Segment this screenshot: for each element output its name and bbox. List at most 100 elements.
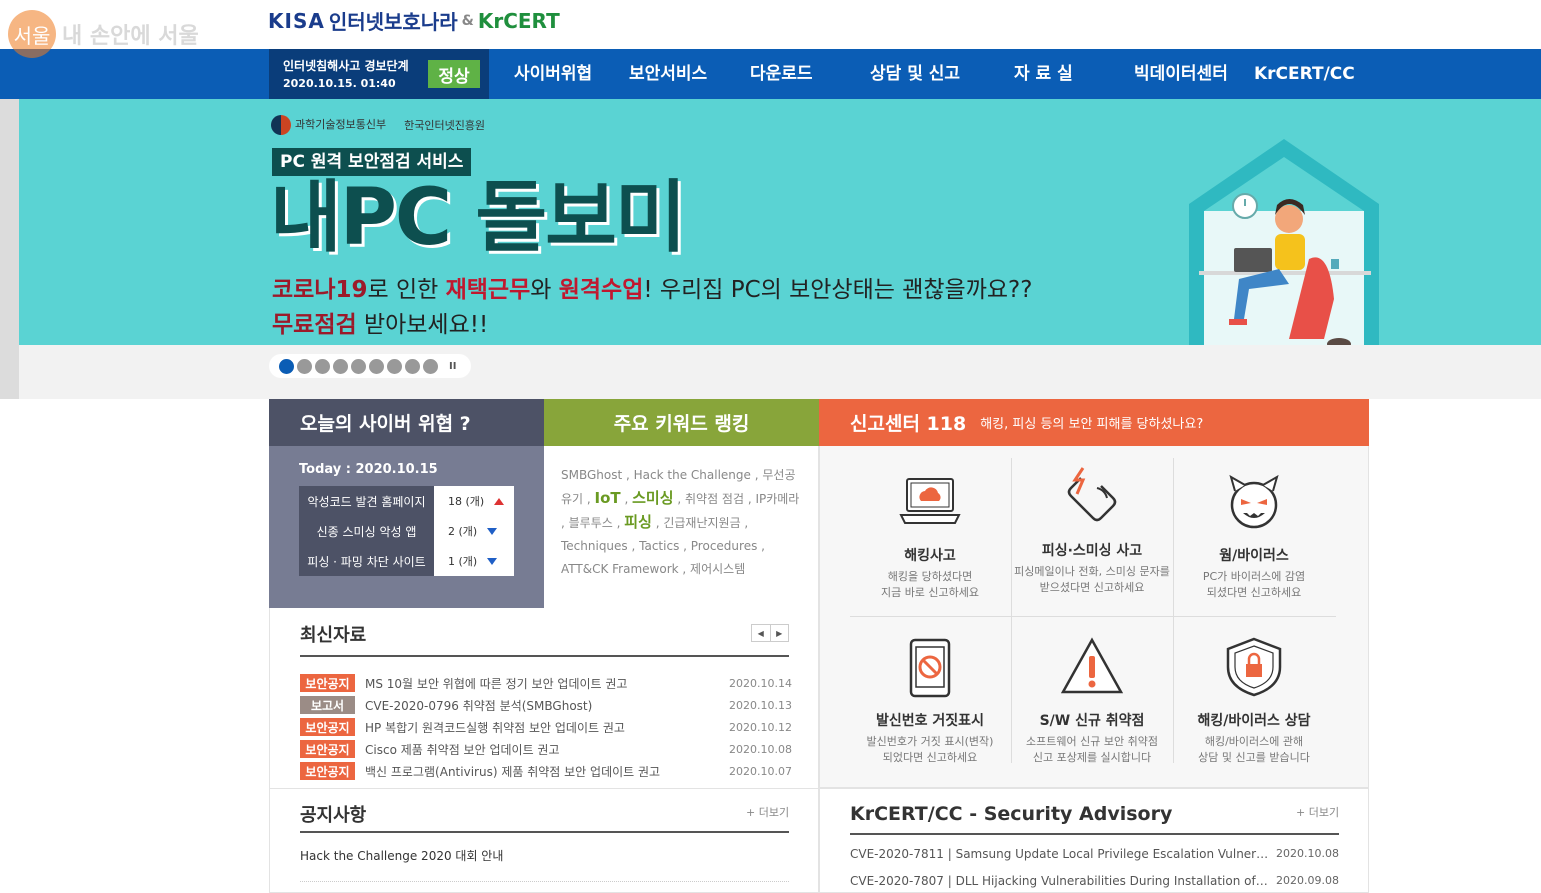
threat-row[interactable]: 신종 스미싱 악성 앱 2 (개)	[299, 516, 514, 546]
threat-row[interactable]: 악성코드 발견 홈페이지 18 (개)	[299, 486, 514, 516]
keyword-sep: ,	[673, 492, 685, 506]
item-tag: 보안공지	[300, 762, 355, 780]
list-item[interactable]: 보안공지 Cisco 제품 취약점 보안 업데이트 권고 2020.10.08	[300, 739, 792, 759]
keyword-link[interactable]: 긴급재난지원금	[663, 516, 740, 530]
banner-title: 내PC 돌보미	[270, 173, 687, 263]
pager-dot[interactable]	[423, 358, 438, 374]
next-button[interactable]: ▶	[769, 625, 789, 641]
list-item[interactable]: 보고서 CVE-2020-0796 취약점 분석(SMBGhost) 2020.10…	[300, 695, 792, 715]
keyword-link[interactable]: 취약점 점검	[685, 492, 744, 506]
keyword-link[interactable]: ATT&CK Framework	[561, 562, 679, 576]
pager-dot[interactable]	[405, 358, 420, 374]
keyword-link[interactable]: Techniques	[561, 539, 628, 553]
report-sw-vuln[interactable]: S/W 신규 취약점 소프트웨어 신규 보안 취약점신고 포상제를 실시합니다	[1011, 636, 1173, 766]
nav-item-krcert[interactable]: KrCERT/CC	[1254, 49, 1355, 99]
keyword-link-highlight[interactable]: 피싱	[624, 513, 652, 531]
item-date: 2020.10.07	[729, 764, 792, 778]
advisory-more-link[interactable]: + 더보기	[1296, 804, 1339, 820]
item-tag: 보고서	[300, 696, 355, 714]
nav-item-archive[interactable]: 자 료 실	[1014, 49, 1073, 99]
watermark-logo: 서울	[8, 10, 56, 58]
nav-item-consult-report[interactable]: 상담 및 신고	[870, 49, 960, 99]
notice-heading: 공지사항	[300, 805, 367, 826]
prev-button[interactable]: ◀	[752, 625, 770, 641]
pager-dot[interactable]	[351, 358, 366, 374]
ministry-msit-label: 과학기술정보통신부	[295, 118, 387, 131]
report-hacking[interactable]: 해킹사고 해킹을 당하셨다면 지금 바로 신고하세요	[849, 471, 1011, 601]
report-desc: 피싱메일이나 전화, 스미싱 문자를 받으셨다면 신고하세요	[1011, 564, 1173, 596]
nav-item-bigdata[interactable]: 빅데이터센터	[1134, 49, 1228, 99]
list-item[interactable]: 보안공지 MS 10월 보안 위협에 따른 정기 보안 업데이트 권고 2020.1…	[300, 673, 792, 693]
report-phishing[interactable]: 피싱·스미싱 사고 피싱메일이나 전화, 스미싱 문자를 받으셨다면 신고하세요	[1011, 466, 1173, 596]
report-desc: 발신번호가 거짓 표시(변작) 되었다면 신고하세요	[849, 734, 1011, 766]
report-center-panel: 해킹사고 해킹을 당하셨다면 지금 바로 신고하세요 피싱·스미싱 사고 피싱메일…	[819, 446, 1369, 788]
keyword-link[interactable]: IP카메라	[755, 492, 799, 506]
keyword-sep: ,	[740, 516, 749, 530]
report-title: 피싱·스미싱 사고	[1041, 543, 1143, 559]
keyword-link[interactable]: SMBGhost	[561, 468, 622, 482]
keyword-sep: ,	[757, 539, 765, 553]
report-title: S/W 신규 취약점	[1039, 713, 1145, 729]
list-item[interactable]: 보안공지 HP 복합기 원격코드실행 취약점 보안 업데이트 권고 2020.10.…	[300, 717, 792, 737]
keyword-link-highlight[interactable]: IoT	[595, 489, 621, 507]
keyword-link[interactable]: Tactics	[639, 539, 679, 553]
threat-row[interactable]: 피싱 · 파밍 차단 사이트 1 (개)	[299, 546, 514, 576]
nav-item-download[interactable]: 다운로드	[750, 49, 813, 99]
pager-dot[interactable]	[279, 358, 294, 374]
keyword-link[interactable]: 블루투스	[569, 516, 613, 530]
banner-edge	[0, 99, 19, 399]
site-logo[interactable]: KISA 인터넷보호나라 & KrCERT	[268, 6, 560, 35]
notice-item[interactable]: Hack the Challenge 2020 대회 안내	[300, 847, 503, 864]
taegeuk-icon	[271, 115, 291, 135]
nav-item-cyber-threat[interactable]: 사이버위협	[514, 49, 592, 99]
logo-krcert: KrCERT	[477, 8, 560, 33]
keyword-sep: ,	[750, 468, 763, 482]
report-desc-line: 지금 바로 신고하세요	[880, 586, 980, 599]
logo-kisa: KISA	[268, 8, 325, 33]
threat-label: 피싱 · 파밍 차단 사이트	[299, 546, 434, 576]
latest-heading: 최신자료	[300, 625, 367, 646]
advisory-item[interactable]: CVE-2020-7807 | DLL Hijacking Vulnerabil…	[850, 874, 1339, 888]
advisory-title: CVE-2020-7807 | DLL Hijacking Vulnerabil…	[850, 874, 1269, 888]
banner-wfh: 재택근무	[445, 277, 531, 303]
report-desc-line: 발신번호가 거짓 표시(변작)	[866, 735, 994, 748]
cyber-threat-heading[interactable]: 오늘의 사이버 위협 ?	[269, 399, 544, 446]
keyword-sep: ,	[744, 492, 756, 506]
item-date: 2020.10.14	[729, 676, 792, 690]
nav-item-security-service[interactable]: 보안서비스	[629, 49, 707, 99]
alert-datetime: 2020.10.15. 01:40	[283, 77, 396, 90]
report-desc-line: 소프트웨어 신규 보안 취약점	[1026, 735, 1158, 748]
pager-dot[interactable]	[369, 358, 384, 374]
keyword-sep: ,	[678, 562, 691, 576]
pager-dot[interactable]	[315, 358, 330, 374]
pager-dot[interactable]	[333, 358, 348, 374]
report-desc-line: 해킹을 당하셨다면	[887, 570, 973, 583]
keyword-link[interactable]: Procedures	[691, 539, 758, 553]
pager-dot[interactable]	[297, 358, 312, 374]
keyword-link[interactable]: Hack the Challenge	[634, 468, 751, 482]
threat-value: 2 (개)	[434, 516, 514, 546]
threat-value: 18 (개)	[434, 486, 514, 516]
security-advisory-panel: KrCERT/CC - Security Advisory + 더보기 CVE-…	[819, 788, 1369, 893]
advisory-title: CVE-2020-7811 | Samsung Update Local Pri…	[850, 847, 1269, 861]
notice-more-link[interactable]: + 더보기	[746, 804, 789, 820]
pager-dot[interactable]	[387, 358, 402, 374]
laptop-cloud-icon	[899, 478, 961, 524]
advisory-item[interactable]: CVE-2020-7811 | Samsung Update Local Pri…	[850, 847, 1339, 861]
pause-button[interactable]: II	[449, 361, 456, 372]
ministry-msit: 과학기술정보통신부	[271, 115, 386, 135]
keyword-link-highlight[interactable]: 스미싱	[632, 489, 673, 507]
promo-banner[interactable]: 과학기술정보통신부 한국인터넷진흥원 PC 원격 보안점검 서비스 내PC 돌보…	[19, 99, 1541, 345]
report-caller-id[interactable]: 발신번호 거짓표시 발신번호가 거짓 표시(변작) 되었다면 신고하세요	[849, 636, 1011, 766]
report-desc-line: PC가 바이러스에 감염	[1202, 570, 1306, 583]
advisory-heading: KrCERT/CC - Security Advisory	[850, 803, 1173, 825]
threat-count: 1 (개)	[448, 555, 478, 568]
report-virus[interactable]: 웜/바이러스 PC가 바이러스에 감염 되셨다면 신고하세요	[1173, 471, 1335, 601]
keyword-link[interactable]: 제어시스템	[690, 562, 745, 576]
report-desc-line: 신고 포상제를 실시합니다	[1032, 751, 1152, 764]
list-item[interactable]: 보안공지 백신 프로그램(Antivirus) 제품 취약점 보안 업데이트 권고…	[300, 761, 792, 781]
report-desc-line: 상담 및 신고를 받습니다	[1198, 751, 1310, 764]
divider	[850, 833, 1339, 835]
report-consult[interactable]: 해킹/바이러스 상담 해킹/바이러스에 관해 상담 및 신고를 받습니다	[1173, 636, 1335, 766]
warning-triangle-icon	[1060, 637, 1124, 694]
